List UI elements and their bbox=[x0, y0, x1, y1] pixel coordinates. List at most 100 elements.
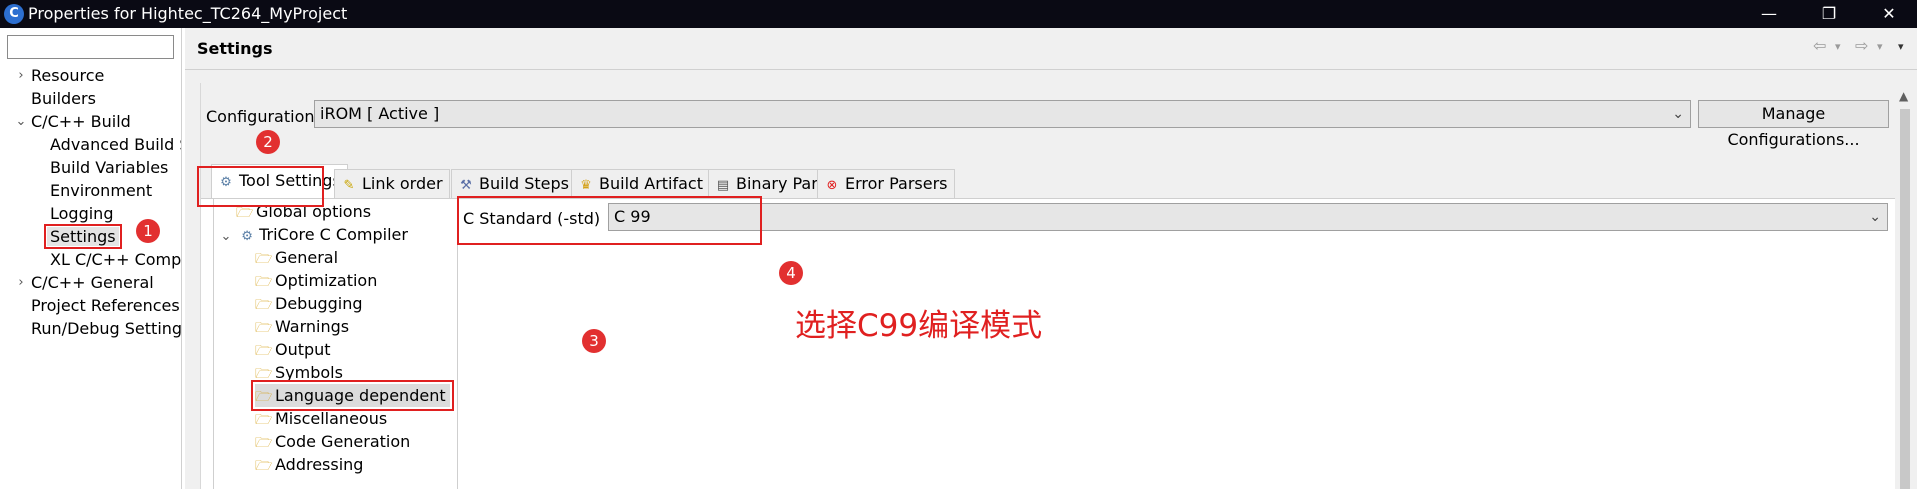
gear-icon: ⚙ bbox=[241, 229, 253, 244]
c-standard-highlight bbox=[457, 196, 762, 245]
step-badge-1: 1 bbox=[136, 219, 160, 243]
tool-item-label: Warnings bbox=[275, 317, 350, 336]
tree-item-label: Resource bbox=[31, 66, 105, 85]
tree-item-run-debug-settings[interactable]: Run/Debug Settings bbox=[31, 317, 182, 340]
tool-item-label: TriCore C Compiler bbox=[259, 225, 408, 244]
settings-content: Configuration: iROM [ Active ] ⌄ Manage … bbox=[200, 83, 1896, 489]
tree-item-label: Advanced Build S bbox=[50, 135, 182, 154]
tool-item-language-dependent[interactable]: 🗁 Language dependent bbox=[251, 380, 454, 411]
chevron-down-icon: ⌄ bbox=[1869, 209, 1881, 225]
tool-item-label: Miscellaneous bbox=[275, 409, 388, 428]
settings-tabs: ⚙ Tool Settings ✎ Link order ⚒ Build Steps … bbox=[201, 164, 1896, 198]
close-button[interactable]: ✕ bbox=[1865, 0, 1913, 28]
tree-item-environment[interactable]: Environment bbox=[50, 179, 152, 202]
tab-label: Error Parsers bbox=[845, 174, 948, 193]
title-bar: C Properties for Hightec_TC264_MyProject… bbox=[0, 0, 1917, 28]
folder-icon: 🗁 bbox=[255, 435, 273, 451]
tree-item-label: C/C++ General bbox=[31, 273, 154, 292]
tree-item-label-selected: Settings bbox=[44, 224, 122, 249]
settings-page: Settings ⇦ ▾ ⇨ ▾ ▾ Configuration: iROM [… bbox=[185, 28, 1917, 489]
tree-item-label: Build Variables bbox=[50, 158, 169, 177]
property-navigation-tree: › Resource Builders ⌄ C/C++ Build Advanc… bbox=[0, 28, 182, 489]
step-badge-3: 3 bbox=[582, 329, 606, 353]
restore-button[interactable]: ❐ bbox=[1805, 0, 1853, 28]
vertical-scrollbar[interactable]: ▲ bbox=[1895, 83, 1917, 489]
tool-item-label: Addressing bbox=[275, 455, 364, 474]
eclipse-icon: C bbox=[4, 4, 24, 24]
tree-item-xl-compiler[interactable]: XL C/C++ Compi bbox=[50, 248, 182, 271]
link-order-icon: ✎ bbox=[343, 178, 355, 193]
tool-settings-highlight bbox=[197, 166, 324, 207]
tree-item-logging[interactable]: Logging bbox=[50, 202, 113, 225]
minimize-button[interactable]: — bbox=[1745, 0, 1793, 28]
tree-item-project-references[interactable]: Project References bbox=[31, 294, 180, 317]
c-standard-select[interactable]: C 99 ⌄ bbox=[608, 203, 1888, 231]
page-header: Settings ⇦ ▾ ⇨ ▾ ▾ bbox=[185, 28, 1917, 70]
tab-error-parsers[interactable]: ⊗ Error Parsers bbox=[817, 169, 955, 198]
tree-item-builders[interactable]: Builders bbox=[31, 87, 96, 110]
page-title: Settings bbox=[197, 39, 273, 58]
tool-item-debugging[interactable]: 🗁 Debugging bbox=[255, 292, 363, 315]
folder-icon: 🗁 bbox=[255, 366, 273, 382]
expand-chevron-icon[interactable]: › bbox=[14, 271, 28, 294]
folder-icon: 🗁 bbox=[255, 274, 273, 290]
collapse-chevron-icon[interactable]: ⌄ bbox=[14, 110, 28, 133]
tool-item-label: Code Generation bbox=[275, 432, 411, 451]
forward-menu-icon[interactable]: ▾ bbox=[1877, 40, 1883, 53]
expand-chevron-icon[interactable]: › bbox=[14, 64, 28, 87]
trophy-icon: ♛ bbox=[580, 178, 592, 193]
configuration-select[interactable]: iROM [ Active ] ⌄ bbox=[314, 100, 1691, 128]
manage-configurations-button[interactable]: Manage Configurations... bbox=[1698, 100, 1889, 149]
tool-item-label: Output bbox=[275, 340, 331, 359]
forward-arrow-icon[interactable]: ⇨ bbox=[1855, 36, 1868, 55]
tab-build-steps[interactable]: ⚒ Build Steps bbox=[451, 169, 577, 198]
tool-item-tricore-c-compiler[interactable]: ⌄ ⚙ TriCore C Compiler bbox=[218, 223, 408, 246]
tool-item-warnings[interactable]: 🗁 Warnings bbox=[255, 315, 349, 338]
folder-icon: 🗁 bbox=[255, 389, 273, 405]
tool-item-label: Optimization bbox=[275, 271, 378, 290]
scroll-thumb[interactable] bbox=[1900, 109, 1910, 489]
folder-icon: 🗁 bbox=[255, 343, 273, 359]
tool-item-general[interactable]: 🗁 General bbox=[255, 246, 338, 269]
tab-build-artifact[interactable]: ♛ Build Artifact bbox=[571, 169, 710, 198]
filter-input[interactable] bbox=[7, 35, 174, 59]
view-menu-icon[interactable]: ▾ bbox=[1898, 40, 1904, 53]
tool-item-addressing[interactable]: 🗁 Addressing bbox=[255, 453, 363, 476]
collapse-chevron-icon[interactable]: ⌄ bbox=[218, 225, 234, 248]
tool-item-symbols[interactable]: 🗁 Symbols bbox=[255, 361, 343, 384]
tree-item-settings[interactable]: Settings bbox=[44, 224, 122, 249]
tab-link-order[interactable]: ✎ Link order bbox=[334, 169, 450, 198]
folder-icon: 🗁 bbox=[255, 412, 273, 428]
tool-item-optimization[interactable]: 🗁 Optimization bbox=[255, 269, 377, 292]
tool-item-label: Debugging bbox=[275, 294, 363, 313]
configuration-value: iROM [ Active ] bbox=[320, 104, 440, 123]
error-icon: ⊗ bbox=[826, 178, 838, 193]
tree-item-label: C/C++ Build bbox=[31, 112, 131, 131]
tool-item-label: Symbols bbox=[275, 363, 343, 382]
chevron-down-icon: ⌄ bbox=[1672, 106, 1684, 122]
folder-icon: 🗁 bbox=[255, 251, 273, 267]
tool-settings-panel: 🗁 Global options ⌄ ⚙ TriCore C Compiler 🗁 G… bbox=[201, 196, 1896, 489]
tool-settings-tree: 🗁 Global options ⌄ ⚙ TriCore C Compiler 🗁 G… bbox=[213, 199, 458, 489]
folder-icon: 🗁 bbox=[255, 458, 273, 474]
tree-item-label: Project References bbox=[31, 296, 180, 315]
tool-item-output[interactable]: 🗁 Output bbox=[255, 338, 331, 361]
back-menu-icon[interactable]: ▾ bbox=[1835, 40, 1841, 53]
window-title: Properties for Hightec_TC264_MyProject bbox=[28, 4, 348, 23]
folder-icon: 🗁 bbox=[255, 320, 273, 336]
tab-label: Build Artifact bbox=[599, 174, 703, 193]
tree-item-label: Builders bbox=[31, 89, 96, 108]
tab-label: Build Steps bbox=[479, 174, 570, 193]
tree-item-label: XL C/C++ Compi bbox=[50, 250, 182, 269]
tree-item-build-variables[interactable]: Build Variables bbox=[50, 156, 168, 179]
tool-item-label: General bbox=[275, 248, 339, 267]
tab-label: Link order bbox=[362, 174, 443, 193]
tree-item-label: Run/Debug Settings bbox=[31, 319, 182, 338]
tree-item-advanced-build[interactable]: Advanced Build S bbox=[50, 133, 182, 156]
binary-file-icon: ▤ bbox=[716, 178, 730, 193]
scroll-up-icon[interactable]: ▲ bbox=[1899, 89, 1908, 103]
tool-item-code-generation[interactable]: 🗁 Code Generation bbox=[255, 430, 410, 453]
tool-item-miscellaneous[interactable]: 🗁 Miscellaneous bbox=[255, 407, 387, 430]
back-arrow-icon[interactable]: ⇦ bbox=[1813, 36, 1826, 55]
folder-icon: 🗁 bbox=[255, 297, 273, 313]
